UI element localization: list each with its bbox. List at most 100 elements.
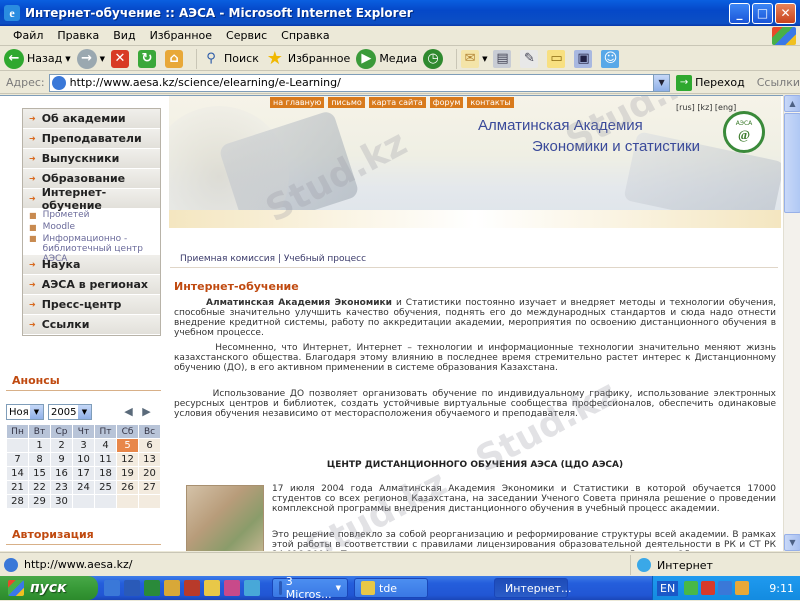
back-button[interactable]: ← Назад ▼ [4, 48, 71, 69]
calendar-day[interactable]: 7 [6, 452, 29, 467]
menu-file[interactable]: Файл [6, 29, 50, 42]
calendar-day[interactable]: 23 [50, 480, 73, 495]
month-select[interactable]: Ноя ▼ [6, 404, 44, 420]
menu-view[interactable]: Вид [106, 29, 142, 42]
scroll-thumb[interactable] [784, 113, 800, 213]
messenger-button[interactable]: ☺ [601, 49, 622, 68]
language-indicator[interactable]: EN [657, 580, 679, 596]
calendar-day[interactable]: 8 [28, 452, 51, 467]
menu-favorites[interactable]: Избранное [143, 29, 219, 42]
top-link-home[interactable]: на главную [270, 97, 325, 108]
calendar-day[interactable]: 9 [50, 452, 73, 467]
folder-icon[interactable] [164, 580, 180, 596]
address-dropdown-button[interactable]: ▼ [653, 74, 670, 91]
next-month-icon[interactable]: ▶ [140, 405, 153, 418]
title-bar[interactable]: e Интернет-обучение :: АЭСА - Microsoft … [0, 0, 800, 26]
menu-edit[interactable]: Правка [50, 29, 106, 42]
calendar-day[interactable]: 22 [28, 480, 51, 495]
prev-month-icon[interactable]: ◀ [122, 405, 135, 418]
favorites-button[interactable]: ★ Избранное [265, 48, 351, 69]
refresh-button[interactable]: ↻ [138, 49, 159, 68]
calendar-day[interactable]: 20 [138, 466, 161, 481]
app-icon[interactable] [204, 580, 220, 596]
nav-item[interactable]: ➜ Преподаватели [23, 129, 160, 149]
calendar-day[interactable]: 18 [94, 466, 117, 481]
maximize-button[interactable]: □ [752, 3, 773, 24]
scroll-up-icon[interactable]: ▲ [784, 95, 800, 112]
vertical-scrollbar[interactable]: ▲ ▼ [783, 95, 800, 551]
year-select[interactable]: 2005 ▼ [48, 404, 92, 420]
subnav-item[interactable]: ■ Информационно - библиотечный центр АЭСА [23, 233, 160, 264]
start-button[interactable]: пуск [0, 576, 98, 600]
discuss-button[interactable]: ▭ [547, 49, 568, 68]
tray-icon[interactable] [718, 581, 733, 595]
nav-item[interactable]: ➜ Об академии [23, 109, 160, 129]
app-icon[interactable] [224, 580, 240, 596]
research-button[interactable]: ▣ [574, 49, 595, 68]
calendar-day[interactable]: 21 [6, 480, 29, 495]
calendar-day[interactable]: 12 [116, 452, 139, 467]
word-icon[interactable] [124, 580, 140, 596]
calendar-day[interactable]: 15 [28, 466, 51, 481]
nav-item[interactable]: ➜ АЭСА в регионах [23, 275, 160, 295]
calendar-day[interactable]: 17 [72, 466, 95, 481]
calendar-day[interactable]: 6 [138, 438, 161, 453]
home-button[interactable]: ⌂ [165, 49, 186, 68]
calendar-day[interactable]: 29 [28, 494, 51, 509]
top-link-contacts[interactable]: контакты [467, 97, 514, 108]
mail-button[interactable]: ✉ ▼ [461, 49, 487, 68]
app-icon[interactable] [244, 580, 260, 596]
breadcrumb[interactable]: Приемная комиссия | Учебный процесс [180, 254, 366, 264]
scroll-down-icon[interactable]: ▼ [784, 534, 800, 551]
task-button[interactable]: 3 Micros... ▼ [272, 575, 348, 601]
print-button[interactable]: ▤ [493, 49, 514, 68]
calendar-day[interactable]: 11 [94, 452, 117, 467]
forward-button[interactable]: → ▼ [76, 48, 105, 69]
stop-button[interactable]: ✕ [111, 49, 132, 68]
calendar-day[interactable]: 27 [138, 480, 161, 495]
ie-icon[interactable] [104, 580, 120, 596]
links-button[interactable]: Ссылки [757, 76, 800, 89]
calendar-day[interactable]: 3 [72, 438, 95, 453]
calendar-day[interactable]: 30 [50, 494, 73, 509]
history-button[interactable]: ◷ [423, 48, 446, 69]
powerpoint-icon[interactable] [184, 580, 200, 596]
nav-item[interactable]: ➜ Выпускники [23, 149, 160, 169]
menu-help[interactable]: Справка [274, 29, 336, 42]
calendar-day[interactable]: 5 [116, 438, 139, 453]
menu-tools[interactable]: Сервис [219, 29, 274, 42]
calendar-day[interactable]: 24 [72, 480, 95, 495]
tray-icon[interactable] [701, 581, 716, 595]
subnav-item[interactable]: ■ Moodle [23, 221, 160, 233]
top-link-mail[interactable]: письмо [328, 97, 365, 108]
calendar-day[interactable]: 25 [94, 480, 117, 495]
top-link-forum[interactable]: форум [429, 97, 464, 108]
tray-icon[interactable] [684, 581, 699, 595]
top-link-sitemap[interactable]: карта сайта [368, 97, 426, 108]
go-button[interactable]: → Переход [676, 74, 745, 91]
address-input[interactable]: http://www.aesa.kz/science/elearning/e-L… [48, 73, 671, 92]
calendar-day[interactable]: 16 [50, 466, 73, 481]
calendar-day[interactable]: 1 [28, 438, 51, 453]
calendar-day[interactable]: 10 [72, 452, 95, 467]
calendar-day[interactable]: 28 [6, 494, 29, 509]
calendar-day[interactable]: 14 [6, 466, 29, 481]
tray-icon[interactable] [735, 581, 750, 595]
calendar-day[interactable]: 13 [138, 452, 161, 467]
calendar-day[interactable]: 19 [116, 466, 139, 481]
task-button[interactable]: tde [354, 578, 428, 598]
minimize-button[interactable]: _ [729, 3, 750, 24]
task-button-active[interactable]: Интернет... [494, 578, 571, 598]
calendar-day[interactable]: 26 [116, 480, 139, 495]
close-button[interactable]: ✕ [775, 3, 796, 24]
excel-icon[interactable] [144, 580, 160, 596]
media-button[interactable]: ▶ Медиа [356, 48, 417, 69]
nav-item[interactable]: ➜ Пресс-центр [23, 295, 160, 315]
nav-item[interactable]: ➜ Ссылки [23, 315, 160, 335]
calendar-day[interactable]: 2 [50, 438, 73, 453]
edit-button[interactable]: ✎ [520, 49, 541, 68]
nav-item-active[interactable]: ➜ Интернет-обучение [23, 186, 160, 212]
calendar-day[interactable]: 4 [94, 438, 117, 453]
language-switch[interactable]: [rus] [kz] [eng] [676, 103, 736, 112]
search-button[interactable]: ⚲ Поиск [201, 49, 259, 69]
